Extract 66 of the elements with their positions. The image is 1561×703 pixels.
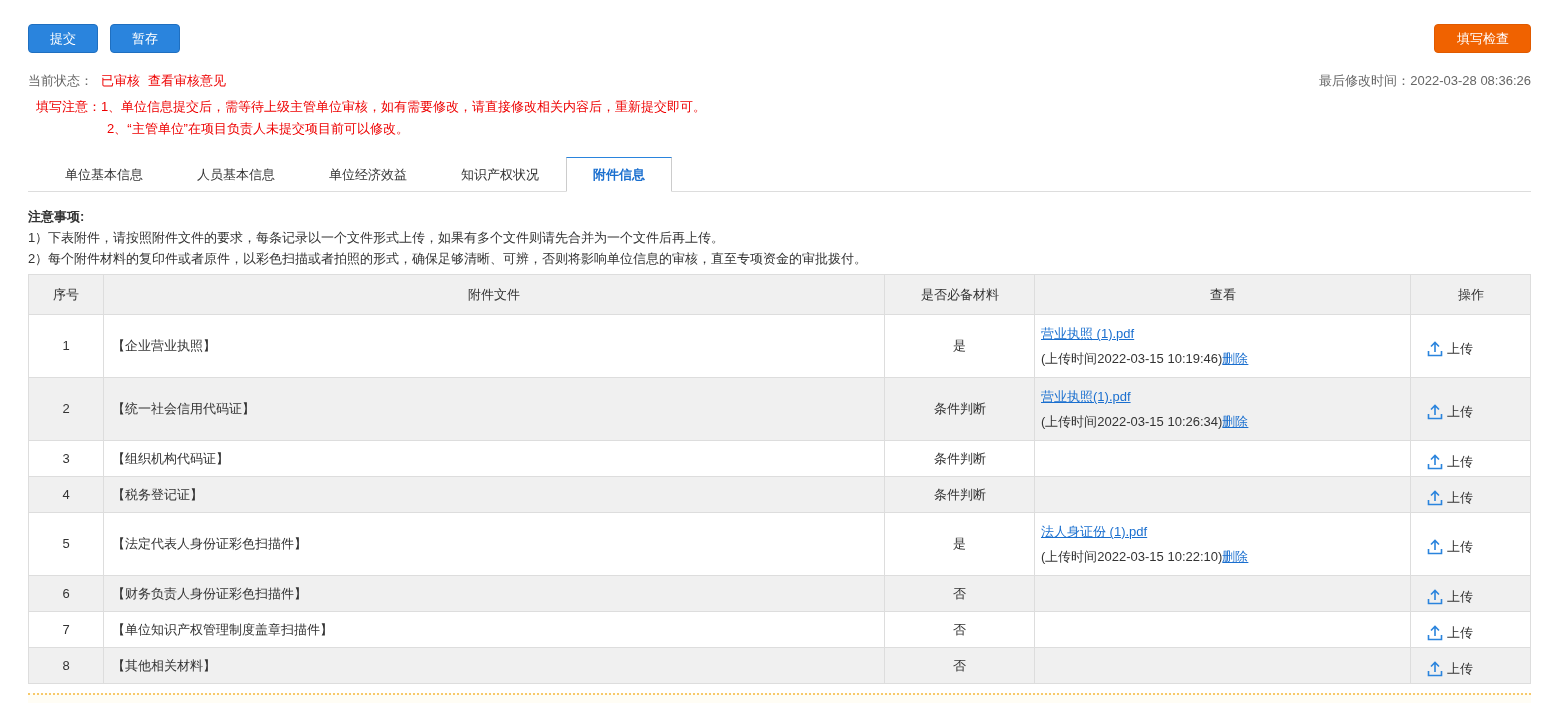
fill-note-text: 2、“主管单位”在项目负责人未提交项目前可以修改。 bbox=[107, 120, 410, 138]
table-cell: 【单位知识产权管理制度盖章扫描件】 bbox=[103, 611, 885, 648]
upload-button[interactable]: 上传 bbox=[1427, 402, 1473, 422]
table-cell: 1 bbox=[28, 314, 104, 378]
table-cell: 5 bbox=[28, 512, 104, 576]
table-cell: 7 bbox=[28, 611, 104, 648]
tab[interactable]: 人员基本信息 bbox=[170, 157, 302, 192]
upload-time-text: (上传时间2022-03-15 10:19:46) bbox=[1041, 350, 1223, 368]
file-link[interactable]: 营业执照 (1).pdf bbox=[1041, 321, 1135, 346]
toolbar-button[interactable]: 暂存 bbox=[110, 24, 180, 53]
delete-link[interactable]: 删除 bbox=[1222, 409, 1249, 434]
upload-icon bbox=[1427, 588, 1443, 605]
upload-icon bbox=[1427, 404, 1443, 420]
table-cell: 【组织机构代码证】 bbox=[103, 440, 885, 477]
table-cell: 条件判断 bbox=[884, 440, 1035, 477]
table-cell: 6 bbox=[28, 575, 104, 612]
upload-icon bbox=[1427, 489, 1443, 506]
upload-icon bbox=[1427, 624, 1443, 641]
status-label: 当前状态： bbox=[28, 72, 93, 91]
notice-text: 2）每个附件材料的复印件或者原件，以彩色扫描或者拍照的形式，确保足够清晰、可辨，否则将影响单位信息的审核，直至专项资金的审批拨付。 bbox=[28, 250, 869, 268]
file-link[interactable]: 营业执照(1).pdf bbox=[1041, 384, 1131, 409]
status-value: 已审核 bbox=[101, 72, 140, 91]
column-header: 序号 bbox=[28, 274, 104, 315]
upload-time-text: (上传时间2022-03-15 10:26:34) bbox=[1041, 413, 1223, 431]
table-cell: 【税务登记证】 bbox=[103, 476, 885, 513]
upload-icon bbox=[1427, 341, 1443, 357]
delete-link[interactable]: 删除 bbox=[1222, 544, 1249, 569]
table-cell: 否 bbox=[884, 647, 1035, 684]
upload-button[interactable]: 上传 bbox=[1427, 537, 1473, 557]
tab[interactable]: 单位经济效益 bbox=[302, 157, 434, 192]
table-cell: 【法定代表人身份证彩色扫描件】 bbox=[103, 512, 885, 576]
table-cell: 是 bbox=[884, 512, 1035, 576]
table-cell: 否 bbox=[884, 611, 1035, 648]
upload-icon bbox=[1427, 660, 1443, 677]
column-header: 附件文件 bbox=[103, 274, 885, 315]
table-cell: 条件判断 bbox=[884, 377, 1035, 441]
upload-time-text: (上传时间2022-03-15 10:22:10) bbox=[1041, 548, 1223, 566]
tab[interactable]: 知识产权状况 bbox=[434, 157, 566, 192]
toolbar-button[interactable]: 提交 bbox=[28, 24, 98, 53]
column-header: 操作 bbox=[1410, 274, 1531, 315]
table-cell: 4 bbox=[28, 476, 104, 513]
table-cell: 【统一社会信用代码证】 bbox=[103, 377, 885, 441]
upload-button[interactable]: 上传 bbox=[1427, 339, 1473, 359]
column-header: 是否必备材料 bbox=[884, 274, 1035, 315]
table-cell: 是 bbox=[884, 314, 1035, 378]
review-opinion-link[interactable]: 查看审核意见 bbox=[148, 71, 226, 91]
fill-note-text: 1、单位信息提交后，需等待上级主管单位审核，如有需要修改，请直接修改相关内容后，重新提交即可。 bbox=[101, 98, 707, 116]
table-cell: 8 bbox=[28, 647, 104, 684]
tab[interactable]: 单位基本信息 bbox=[38, 157, 170, 192]
table-cell: 【企业营业执照】 bbox=[103, 314, 885, 378]
delete-link[interactable]: 删除 bbox=[1222, 346, 1249, 371]
upload-icon bbox=[1427, 539, 1443, 555]
column-header: 查看 bbox=[1034, 274, 1411, 315]
notice-title: 注意事项: bbox=[28, 208, 86, 226]
table-cell: 3 bbox=[28, 440, 104, 477]
notice-text: 1）下表附件，请按照附件文件的要求，每条记录以一个文件形式上传，如果有多个文件则请先合并为一个文件后再上传。 bbox=[28, 229, 726, 247]
table-cell: 否 bbox=[884, 575, 1035, 612]
last-modified-time: 最后修改时间：2022-03-28 08:36:26 bbox=[1319, 72, 1531, 91]
upload-icon bbox=[1427, 453, 1443, 470]
table-cell: 【财务负责人身份证彩色扫描件】 bbox=[103, 575, 885, 612]
table-cell: 2 bbox=[28, 377, 104, 441]
table-cell: 【其他相关材料】 bbox=[103, 647, 885, 684]
fill-notes-label: 填写注意： bbox=[36, 98, 101, 116]
file-link[interactable]: 法人身证份 (1).pdf bbox=[1041, 519, 1148, 544]
table-cell: 条件判断 bbox=[884, 476, 1035, 513]
tab[interactable]: 附件信息 bbox=[566, 157, 672, 192]
